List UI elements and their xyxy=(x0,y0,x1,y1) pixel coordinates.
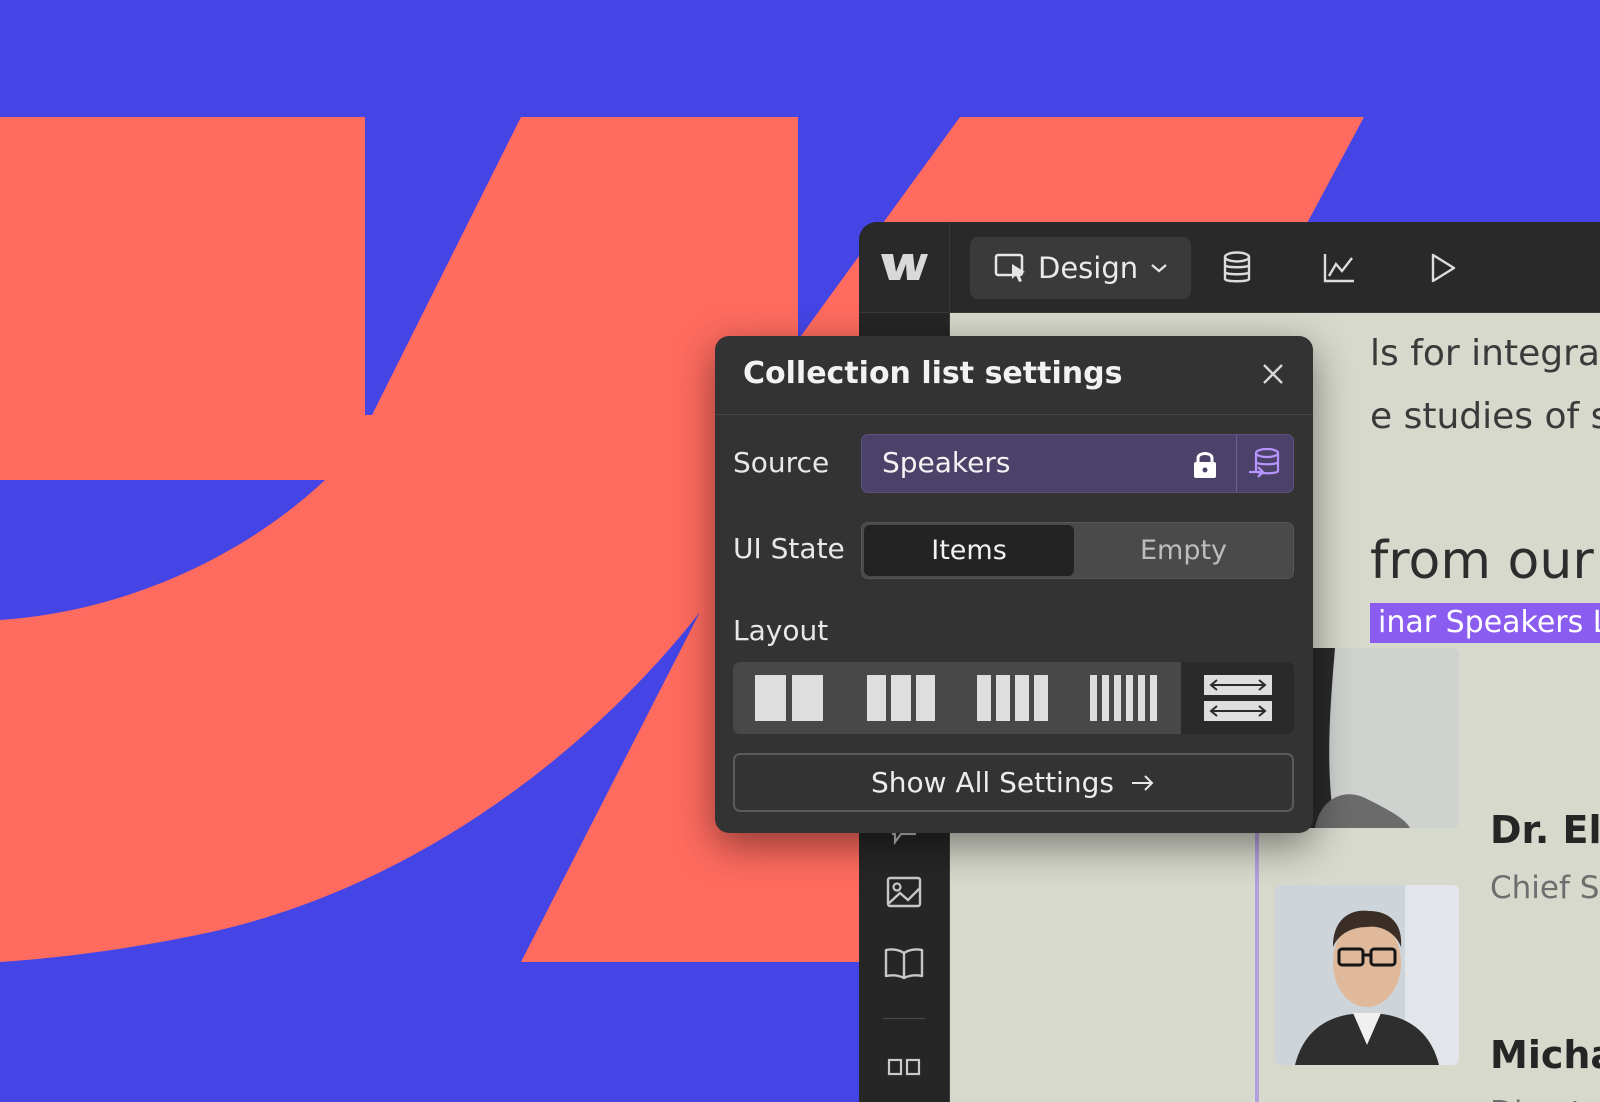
canvas-heading: from our e xyxy=(1370,531,1600,591)
designer-cursor-icon xyxy=(994,253,1025,282)
speaker-role: Chief Sustain xyxy=(1490,870,1600,906)
collection-list-settings-popover: Collection list settings Source Speakers… xyxy=(715,336,1313,833)
arrow-right-icon xyxy=(1131,774,1154,791)
layout-4-column-icon[interactable] xyxy=(957,662,1069,734)
designer-mode-button[interactable]: Design xyxy=(970,237,1191,299)
speaker-photo xyxy=(1275,885,1459,1065)
source-label: Source xyxy=(733,446,830,479)
speaker-role: Director of Cli xyxy=(1490,1095,1600,1102)
image-icon[interactable] xyxy=(880,868,928,916)
sidebar-divider xyxy=(883,1018,925,1019)
preview-play-icon[interactable] xyxy=(1423,248,1463,288)
canvas-paragraph-line: e studies of suc xyxy=(1370,396,1600,437)
layout-2-column-icon[interactable] xyxy=(733,662,845,734)
layout-6-column-icon[interactable] xyxy=(1069,662,1181,734)
canvas-paragraph-line: ls for integrating xyxy=(1370,333,1600,374)
source-select[interactable]: Speakers xyxy=(861,434,1294,493)
layout-options xyxy=(733,662,1294,734)
database-icon[interactable] xyxy=(1217,248,1257,288)
lock-icon xyxy=(1194,452,1216,478)
analytics-chart-icon[interactable] xyxy=(1319,248,1359,288)
book-icon[interactable] xyxy=(880,939,928,987)
ui-state-segmented-control: Items Empty xyxy=(861,522,1294,579)
layout-horizontal-scroll-icon[interactable] xyxy=(1181,662,1294,734)
show-all-settings-label: Show All Settings xyxy=(871,766,1114,799)
popover-header: Collection list settings xyxy=(715,336,1313,415)
mode-label: Design xyxy=(1038,251,1139,285)
database-link-icon[interactable] xyxy=(1247,446,1283,482)
source-value: Speakers xyxy=(882,446,1011,479)
show-all-settings-button[interactable]: Show All Settings xyxy=(733,753,1294,812)
speaker-name: Michael Th xyxy=(1490,1033,1600,1077)
source-field-divider xyxy=(1236,435,1237,492)
collection-list-tag[interactable]: inar Speakers List xyxy=(1370,603,1600,643)
chevron-down-icon xyxy=(1151,264,1167,273)
layout-label: Layout xyxy=(733,614,829,647)
popover-title: Collection list settings xyxy=(743,356,1123,391)
ui-state-items-option[interactable]: Items xyxy=(864,525,1074,576)
layout-3-column-icon[interactable] xyxy=(845,662,957,734)
webflow-logo-icon[interactable] xyxy=(859,222,950,312)
ui-state-label: UI State xyxy=(733,532,845,565)
top-toolbar: Design xyxy=(859,222,1600,313)
ui-state-empty-option[interactable]: Empty xyxy=(1076,525,1291,576)
speaker-name: Dr. Elena M xyxy=(1490,808,1600,852)
close-icon[interactable] xyxy=(1259,360,1287,388)
components-icon[interactable] xyxy=(880,1043,928,1091)
